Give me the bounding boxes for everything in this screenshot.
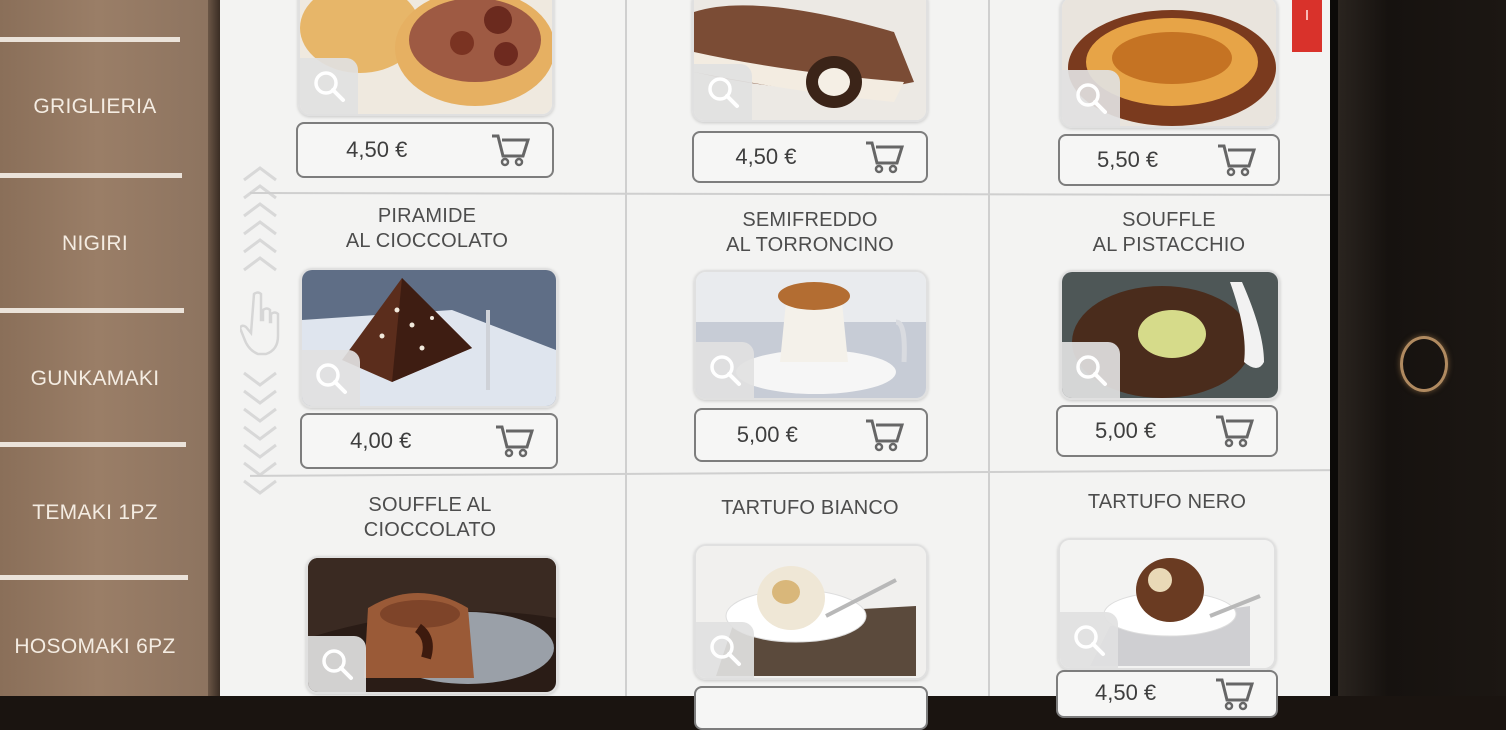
magnifier-icon: [710, 355, 741, 386]
shopping-cart-icon: [866, 141, 904, 174]
scroll-strip[interactable]: [236, 160, 284, 505]
product-title: SOUFFLE AL PISTACCHIO: [1092, 209, 1246, 256]
zoom-button[interactable]: [308, 636, 366, 692]
sidebar-item-temaki[interactable]: TEMAKI 1PZ: [0, 446, 190, 580]
grid-divider: [625, 0, 627, 696]
product-price: 5,00 €: [1094, 418, 1157, 443]
sidebar-item-gunkamaki[interactable]: GUNKAMAKI: [0, 312, 190, 446]
magnifier-icon: [1076, 355, 1107, 386]
sidebar-item-nigiri[interactable]: NIGIRI: [0, 177, 190, 311]
shopping-cart-icon: [1216, 678, 1254, 711]
sidebar-item-hosomaki[interactable]: HOSOMAKI 6PZ: [0, 580, 190, 714]
product-photo[interactable]: [1058, 538, 1276, 670]
product-price: 5,00 €: [736, 422, 798, 447]
magnifier-icon: [708, 77, 739, 108]
zoom-button[interactable]: [696, 622, 754, 678]
product-grid: 4,50 € 4,50 € 5,50 € PIRAMIDE AL CIOCCOL…: [220, 0, 1339, 730]
product-title: TARTUFO BIANCO: [721, 497, 899, 519]
magnifier-icon: [1076, 83, 1107, 114]
magnifier-icon: [1074, 625, 1105, 656]
sidebar-item-label: GUNKAMAKI: [30, 367, 160, 390]
magnifier-icon: [314, 71, 345, 102]
product-title: PIRAMIDE AL CIOCCOLATO: [345, 205, 509, 252]
grid-divider: [249, 192, 1339, 196]
shopping-cart-icon: [1218, 144, 1256, 177]
add-to-cart-button[interactable]: 4,50 €: [1056, 670, 1278, 718]
magnifier-icon: [316, 363, 347, 394]
add-to-cart-button[interactable]: 5,00 €: [1056, 405, 1278, 457]
zoom-button[interactable]: [300, 58, 358, 114]
shopping-cart-icon: [1216, 415, 1254, 448]
hand-pointer-icon: [240, 291, 280, 356]
shopping-cart-icon: [866, 419, 904, 452]
magnifier-icon: [322, 649, 353, 680]
product-price: 5,50 €: [1096, 147, 1159, 172]
sidebar-item-griglieria[interactable]: GRIGLIERIA: [0, 40, 190, 174]
sidebar-item-label: TEMAKI 1PZ: [32, 501, 158, 524]
grid-divider: [988, 0, 990, 696]
product-price: 4,00 €: [350, 428, 412, 453]
product-price: 4,50 €: [735, 144, 797, 169]
product-price: 4,50 €: [1094, 680, 1157, 705]
shopping-cart-icon: [496, 425, 534, 458]
zoom-button[interactable]: [1062, 342, 1120, 398]
product-photo[interactable]: [1060, 0, 1278, 128]
product-photo[interactable]: [694, 544, 928, 680]
product-title: SOUFFLE AL CIOCCOLATO: [363, 494, 497, 541]
add-to-cart-button[interactable]: 5,00 €: [694, 408, 928, 462]
zoom-button[interactable]: [696, 342, 754, 398]
sidebar-item-label: NIGIRI: [62, 232, 128, 255]
magnifier-icon: [710, 635, 741, 666]
zoom-button[interactable]: [1062, 70, 1120, 126]
scroll-indicator-tab[interactable]: [1292, 0, 1322, 52]
zoom-button[interactable]: [302, 350, 360, 406]
chevron-up-icon: [243, 166, 277, 272]
add-to-cart-button[interactable]: 4,00 €: [300, 413, 558, 469]
product-photo[interactable]: [1060, 270, 1280, 400]
product-photo[interactable]: [306, 556, 558, 694]
sidebar-edge: [208, 0, 220, 696]
hardware-button[interactable]: [1400, 336, 1448, 392]
sidebar-item-label: HOSOMAKI 6PZ: [14, 635, 176, 658]
grid-divider: [250, 469, 1338, 477]
zoom-button[interactable]: [694, 64, 752, 120]
add-to-cart-button[interactable]: 4,50 €: [692, 131, 928, 183]
product-photo[interactable]: [694, 270, 928, 400]
product-price: 4,50 €: [346, 137, 408, 162]
product-title: SEMIFREDDO AL TORRONCINO: [726, 209, 894, 256]
product-title: TARTUFO NERO: [1087, 491, 1247, 513]
product-photo[interactable]: [692, 0, 928, 122]
zoom-button[interactable]: [1060, 612, 1118, 668]
add-to-cart-button[interactable]: 5,50 €: [1058, 134, 1280, 186]
sidebar-item-label: GRIGLIERIA: [33, 95, 157, 118]
product-photo[interactable]: [300, 268, 558, 408]
product-photo[interactable]: [298, 0, 554, 116]
add-to-cart-button[interactable]: 4,50 €: [296, 122, 554, 178]
shopping-cart-icon: [492, 134, 530, 167]
category-sidebar: GRIGLIERIA NIGIRI GUNKAMAKI TEMAKI 1PZ H…: [0, 0, 220, 696]
add-to-cart-button[interactable]: [694, 686, 928, 730]
